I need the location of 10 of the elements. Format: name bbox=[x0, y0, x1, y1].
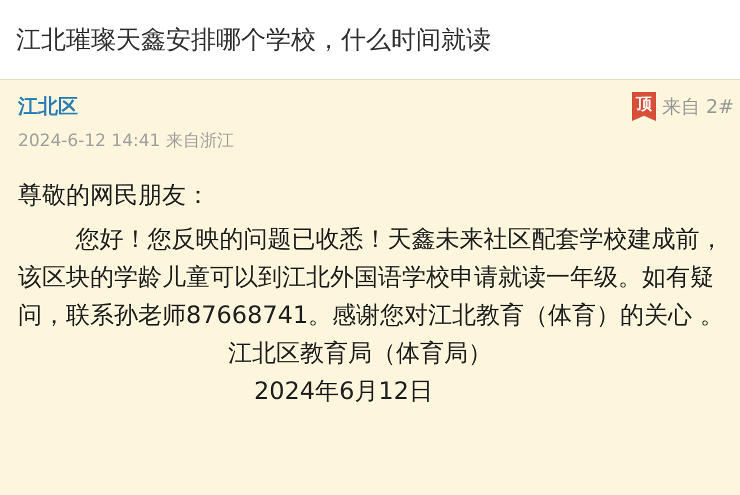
floor-number: 2# bbox=[706, 96, 734, 118]
signature-line: 江北区教育局（体育局） bbox=[228, 338, 493, 369]
signature-line: 2024年6月12日 bbox=[254, 376, 434, 407]
source-label: 来自 bbox=[662, 94, 700, 120]
author-name[interactable]: 江北区 bbox=[18, 93, 78, 120]
reply-paragraph: 您好！您反映的问题已收悉！天鑫未来社区配套学校建成前，该区块的学龄儿童可以到江北外国语学校申请就读一年级。如有疑问，联系孙老师87668741。感谢您对江北教育（体育）的关心 。 bbox=[18, 224, 725, 331]
post-meta: 2024-6-12 14:41 来自浙江 bbox=[18, 130, 235, 152]
greeting-text: 尊敬的网民朋友： bbox=[18, 180, 211, 211]
question-title: 江北璀璨天鑫安排哪个学校，什么时间就读 bbox=[16, 24, 491, 56]
top-badge[interactable]: 顶 bbox=[632, 92, 656, 121]
